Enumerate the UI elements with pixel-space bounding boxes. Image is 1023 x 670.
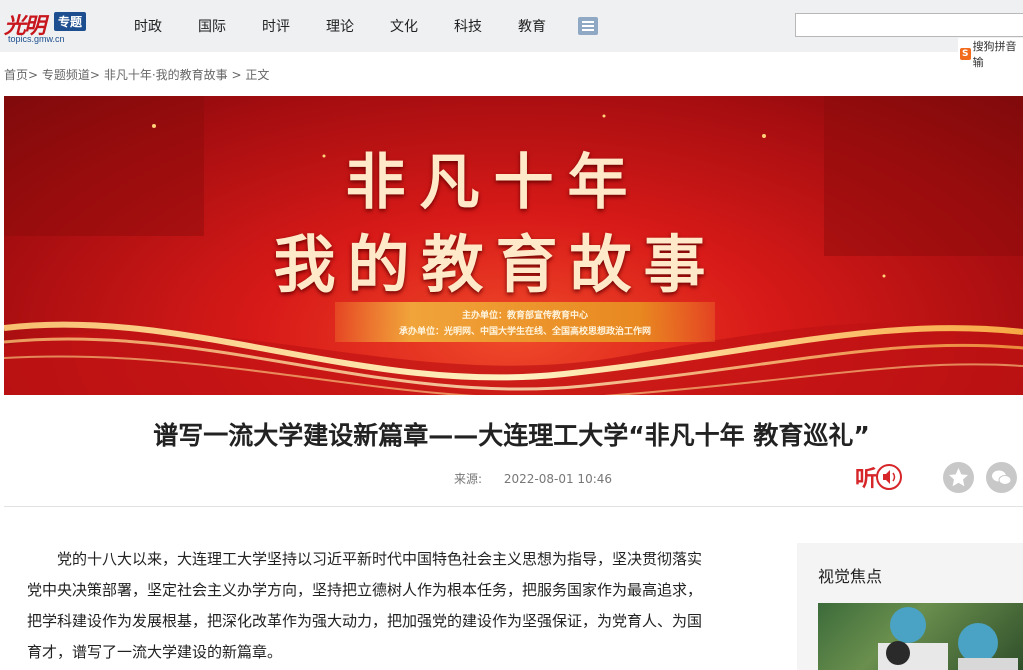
site-logo[interactable]: 光明 专题 topics.gmw.cn	[4, 8, 94, 46]
nav-item-shizheng[interactable]: 时政	[116, 16, 180, 36]
ime-label: 搜狗拼音输	[972, 40, 1017, 69]
breadcrumb-sep: >	[231, 68, 242, 82]
nav-item-guoji[interactable]: 国际	[180, 16, 244, 36]
menu-list-icon[interactable]	[578, 17, 598, 35]
article-title: 谱写一流大学建设新篇章——大连理工大学“非凡十年 教育巡礼”	[153, 421, 870, 450]
nav-item-wenhua[interactable]: 文化	[372, 16, 436, 36]
breadcrumb-home[interactable]: 首页	[4, 68, 28, 82]
banner-title-line2: 我的教育故事	[273, 228, 718, 301]
logo-url: topics.gmw.cn	[8, 34, 65, 44]
star-icon	[949, 468, 968, 487]
divider	[4, 506, 1023, 507]
topic-banner: 非凡十年 我的教育故事 主办单位：教育部宣传教育中心 承办单位：光明网、中国大学…	[4, 96, 1023, 395]
speaker-icon	[876, 464, 902, 490]
sidebar-title: 视觉焦点	[818, 567, 883, 586]
source-label: 来源:	[454, 472, 483, 486]
publish-time: 2022-08-01 10:46	[503, 472, 613, 486]
main-nav: 时政 国际 时评 理论 文化 科技 教育	[116, 0, 564, 52]
wechat-share-button[interactable]	[986, 462, 1017, 493]
breadcrumb-topic[interactable]: 非凡十年·我的教育故事	[104, 68, 228, 82]
nav-item-keji[interactable]: 科技	[436, 16, 500, 36]
focus-image[interactable]	[818, 603, 1023, 670]
breadcrumb-sep: >	[28, 68, 39, 82]
nav-item-shiping[interactable]: 时评	[244, 16, 308, 36]
sogou-icon: S	[960, 48, 971, 60]
banner-organizer: 主办单位：教育部宣传教育中心	[461, 311, 588, 321]
banner-title-line1: 非凡十年	[345, 148, 642, 218]
breadcrumb-channel[interactable]: 专题频道	[42, 68, 90, 82]
banner-organizer-box: 主办单位：教育部宣传教育中心 承办单位：光明网、中国大学生在线、全国高校思想政治…	[335, 302, 715, 342]
top-header: 光明 专题 topics.gmw.cn 时政 国际 时评 理论 文化 科技 教育…	[0, 0, 1023, 70]
logo-badge: 专题	[54, 12, 87, 31]
listen-button[interactable]: 听	[855, 461, 905, 493]
breadcrumb: 首页> 专题频道> 非凡十年·我的教育故事 > 正文	[4, 66, 269, 83]
wechat-icon	[992, 470, 1012, 485]
article-meta: 来源: 2022-08-01 10:46	[454, 470, 612, 487]
ime-indicator: S 搜狗拼音输	[958, 38, 1023, 70]
breadcrumb-sep: >	[89, 68, 100, 82]
nav-item-jiaoyu[interactable]: 教育	[500, 16, 564, 36]
focus-photo	[878, 607, 1018, 670]
article-body: 党的十八大以来，大连理工大学坚持以习近平新时代中国特色社会主义思想为指导，坚决贯…	[27, 550, 703, 661]
favorite-button[interactable]	[943, 462, 974, 493]
search-input[interactable]	[795, 13, 1023, 37]
nav-item-lilun[interactable]: 理论	[308, 16, 372, 36]
sidebar-visual-focus: 视觉焦点	[797, 543, 1023, 670]
breadcrumb-current: 正文	[245, 68, 270, 82]
banner-co-organizer: 承办单位：光明网、中国大学生在线、全国高校思想政治工作网	[398, 327, 651, 337]
